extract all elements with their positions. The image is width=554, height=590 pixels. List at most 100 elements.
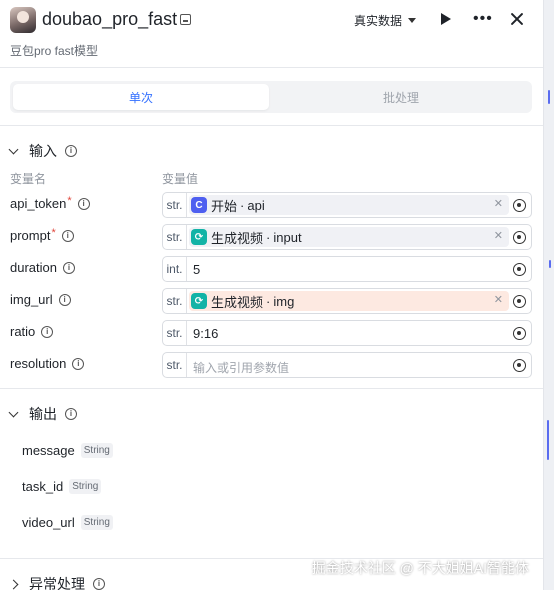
info-icon[interactable]: i [58, 293, 71, 306]
info-icon[interactable]: i [61, 229, 74, 242]
param-value-field[interactable]: str. ⟳ 生成视频 · img ✕ [162, 288, 532, 314]
param-row-img-url: img_url i str. ⟳ 生成视频 · img ✕ [0, 288, 543, 314]
required-mark: * [67, 194, 72, 207]
required-mark: * [51, 226, 56, 239]
clear-icon[interactable]: ✕ [494, 229, 503, 242]
type-label: int. [163, 257, 187, 281]
input-section-header[interactable]: 输入 i [8, 141, 77, 161]
info-icon[interactable]: i [65, 408, 77, 420]
data-source-select[interactable]: 真实数据 [354, 12, 417, 29]
param-value-field[interactable]: str. 9:16 [162, 320, 532, 346]
param-name: api_token * i [10, 194, 90, 211]
output-item-video-url: video_url String [22, 515, 113, 530]
canvas-connector [548, 90, 550, 104]
param-name: ratio i [10, 324, 54, 339]
column-header-value: 变量值 [162, 172, 199, 186]
variable-picker-icon[interactable] [513, 231, 526, 244]
output-item-message: message String [22, 443, 113, 458]
output-section-header[interactable]: 输出 i [8, 404, 77, 424]
param-value[interactable]: 5 [193, 262, 200, 277]
output-section-title: 输出 [29, 406, 57, 422]
clear-icon[interactable]: ✕ [494, 293, 503, 306]
chevron-down-icon [8, 407, 19, 417]
watermark: 掘金技术社区 @ 不大姐姐AI智能体 [311, 560, 529, 576]
output-name: message [22, 443, 75, 458]
loop-node-icon: ⟳ [191, 293, 207, 309]
info-icon[interactable]: i [77, 197, 90, 210]
variable-reference[interactable]: ⟳ 生成视频 · input ✕ [189, 227, 509, 247]
close-icon[interactable] [510, 12, 524, 26]
param-row-api-token: api_token * i str. C 开始 · api ✕ [0, 192, 543, 218]
variable-picker-icon[interactable] [513, 263, 526, 276]
exception-section-title: 异常处理 [29, 576, 85, 590]
tab-batch[interactable]: 批处理 [273, 84, 529, 110]
reference-node: 生成视频 [211, 294, 264, 310]
type-label: str. [163, 193, 187, 217]
output-item-task-id: task_id String [22, 479, 102, 494]
reference-separator: · [266, 293, 271, 309]
canvas-edge [544, 0, 554, 590]
variable-picker-icon[interactable] [513, 199, 526, 212]
canvas-connector [549, 260, 551, 268]
param-row-ratio: ratio i str. 9:16 [0, 320, 543, 346]
variable-picker-icon[interactable] [513, 295, 526, 308]
loop-node-icon: ⟳ [191, 229, 207, 245]
param-name: prompt * i [10, 226, 74, 243]
caret-down-icon [408, 18, 417, 23]
variable-reference[interactable]: ⟳ 生成视频 · img ✕ [189, 291, 509, 311]
type-label: str. [163, 225, 187, 249]
reference-variable: api [247, 197, 265, 213]
column-header-name: 变量名 [10, 172, 47, 186]
edit-icon[interactable] [180, 14, 191, 25]
reference-node: 生成视频 [211, 230, 264, 246]
output-name: task_id [22, 479, 64, 494]
type-label: str. [163, 289, 187, 313]
variable-picker-icon[interactable] [513, 359, 526, 372]
divider [0, 125, 543, 126]
variable-picker-icon[interactable] [513, 327, 526, 340]
node-title: doubao_pro_fast [42, 9, 178, 29]
info-icon[interactable]: i [62, 261, 75, 274]
info-icon[interactable]: i [72, 357, 85, 370]
reference-variable: input [273, 229, 302, 245]
param-value-placeholder[interactable]: 输入或引用参数值 [193, 359, 289, 376]
exception-section-header[interactable]: 异常处理 i [8, 574, 105, 590]
param-value[interactable]: 9:16 [193, 326, 218, 341]
param-value-field[interactable]: str. 输入或引用参数值 [162, 352, 532, 378]
node-subtitle: 豆包pro fast模型 [10, 44, 99, 58]
param-name: duration i [10, 260, 75, 275]
data-source-label: 真实数据 [354, 14, 403, 28]
chevron-down-icon [8, 144, 19, 154]
chevron-right-icon [8, 579, 19, 589]
info-icon[interactable]: i [93, 578, 105, 590]
param-row-prompt: prompt * i str. ⟳ 生成视频 · input ✕ [0, 224, 543, 250]
info-icon[interactable]: i [65, 145, 77, 157]
reference-separator: · [240, 197, 245, 213]
output-name: video_url [22, 515, 75, 530]
type-label: str. [163, 353, 187, 377]
param-row-resolution: resolution i str. 输入或引用参数值 [0, 352, 543, 378]
param-value-field[interactable]: str. C 开始 · api ✕ [162, 192, 532, 218]
param-name: resolution i [10, 356, 85, 371]
type-badge: String [69, 479, 102, 494]
type-badge: String [80, 515, 113, 530]
node-avatar [10, 7, 36, 33]
param-value-field[interactable]: int. 5 [162, 256, 532, 282]
type-label: str. [163, 321, 187, 345]
more-icon[interactable]: ••• [473, 11, 493, 27]
type-badge: String [80, 443, 113, 458]
variable-reference[interactable]: C 开始 · api ✕ [189, 195, 509, 215]
start-node-icon: C [191, 197, 207, 213]
canvas-connector [547, 420, 549, 460]
reference-variable: img [273, 293, 295, 309]
param-value-field[interactable]: str. ⟳ 生成视频 · input ✕ [162, 224, 532, 250]
info-icon[interactable]: i [41, 325, 54, 338]
param-name: img_url i [10, 292, 71, 307]
input-section-title: 输入 [29, 143, 57, 159]
param-row-duration: duration i int. 5 [0, 256, 543, 282]
play-icon[interactable] [441, 13, 451, 25]
tab-single[interactable]: 单次 [13, 84, 269, 110]
panel-header: doubao_pro_fast 豆包pro fast模型 真实数据 ••• [0, 0, 543, 68]
clear-icon[interactable]: ✕ [494, 197, 503, 210]
mode-tabs: 单次 批处理 [10, 81, 532, 113]
